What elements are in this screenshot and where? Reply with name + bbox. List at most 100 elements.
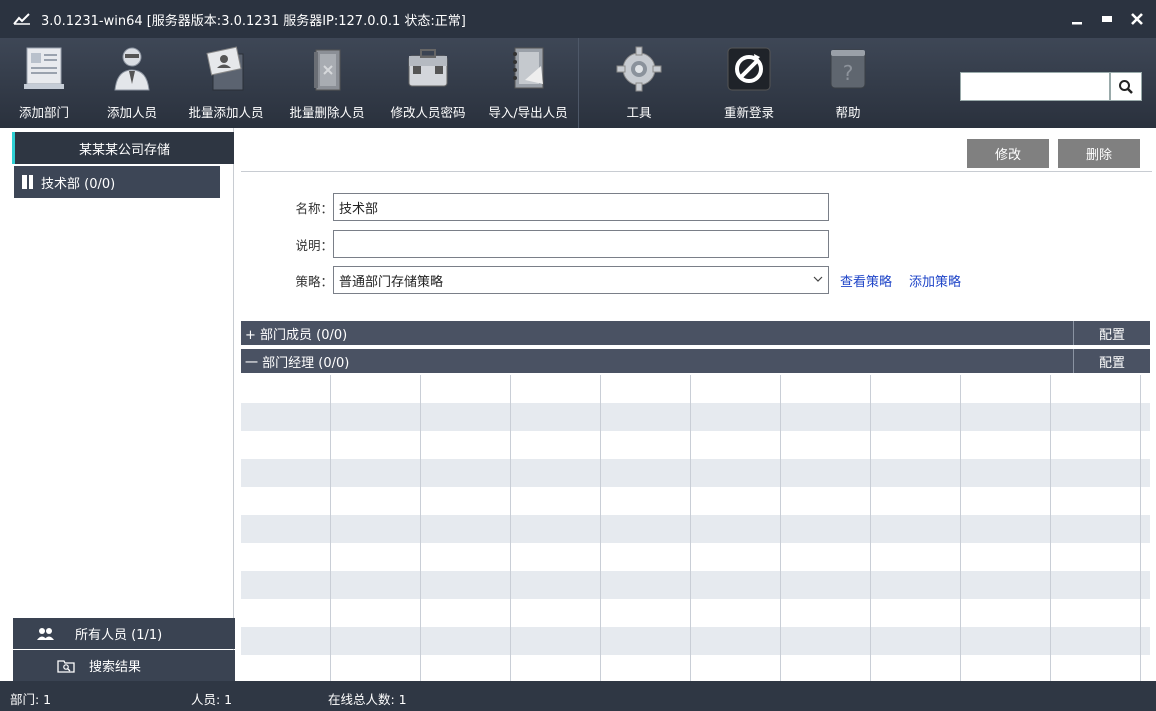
grid-row (241, 627, 1150, 655)
add-department-button[interactable]: 添加部门 (0, 38, 88, 128)
users-group-icon (37, 627, 54, 640)
grid-column-divider (960, 375, 961, 681)
name-field[interactable]: 技术部 (333, 193, 829, 221)
managers-grid (241, 375, 1150, 681)
tree-item-label: 技术部 (0/0) (41, 176, 116, 192)
tools-gear-icon (616, 46, 662, 92)
import-export-icon (513, 47, 544, 89)
title-bar: 3.0.1231-win64 [服务器版本:3.0.1231 服务器IP:127… (0, 0, 1156, 38)
name-label: 名称： (295, 200, 333, 216)
grid-column-divider (330, 375, 331, 681)
managers-section-header: 一 部门经理 (0/0) 配置 (241, 349, 1150, 373)
batch-delete-label: 批量删除人员 (289, 105, 365, 120)
grid-row (241, 487, 1150, 515)
batch-delete-button[interactable]: 批量删除人员 (276, 38, 378, 128)
company-node[interactable]: 某某某公司存储 (12, 132, 234, 164)
status-user-count: 人员: 1 (191, 692, 233, 707)
view-policy-link[interactable]: 查看策略 (840, 271, 892, 290)
batch-add-icon (206, 46, 244, 91)
close-button[interactable] (1122, 4, 1152, 34)
batch-add-button[interactable]: 批量添加人员 (176, 38, 276, 128)
policy-row: 策略： 普通部门存储策略 查看策略 添加策略 (241, 266, 961, 294)
detail-action-bar: 修改 删除 (241, 128, 1152, 172)
toolbar-search-button[interactable] (1110, 72, 1142, 101)
all-users-label: 所有人员 (1/1) (75, 628, 163, 643)
batch-add-label: 批量添加人员 (188, 105, 264, 120)
managers-section-toggle[interactable]: 一 部门经理 (0/0) (241, 352, 349, 371)
grid-row (241, 571, 1150, 599)
description-field[interactable] (333, 230, 829, 258)
grid-row (241, 599, 1150, 627)
minimize-icon (1072, 22, 1082, 25)
add-department-label: 添加部门 (18, 105, 69, 120)
name-row: 名称： 技术部 (241, 193, 829, 221)
grid-column-divider (1140, 375, 1141, 681)
chevron-down-icon (813, 276, 823, 282)
app-logo-icon (13, 13, 30, 25)
grid-row (241, 431, 1150, 459)
policy-selected-value: 普通部门存储策略 (339, 274, 444, 290)
status-online-count: 在线总人数: 1 (328, 692, 407, 707)
status-department-count: 部门: 1 (10, 692, 52, 707)
company-label: 某某某公司存储 (78, 142, 170, 158)
relogin-label: 重新登录 (723, 105, 774, 120)
grid-row (241, 543, 1150, 571)
policy-select[interactable]: 普通部门存储策略 (333, 266, 829, 294)
tools-button[interactable]: 工具 (579, 38, 699, 128)
delete-button[interactable]: 删除 (1058, 139, 1140, 168)
main-toolbar: 添加部门 添加人员 批量添加人员 批量删除人员 修改人员密码 导入/导出人员 工… (0, 38, 1156, 128)
grid-column-divider (510, 375, 511, 681)
search-icon (1119, 79, 1133, 94)
tools-label: 工具 (626, 105, 652, 120)
department-detail-panel: 修改 删除 名称： 技术部 说明： 策略： 普通部门存储策略 查看策略 添加策略… (241, 128, 1152, 681)
add-person-label: 添加人员 (106, 105, 157, 120)
add-person-button[interactable]: 添加人员 (88, 38, 176, 128)
svg-text:?: ? (843, 61, 854, 85)
edit-button[interactable]: 修改 (967, 139, 1049, 168)
grid-row (241, 515, 1150, 543)
members-section-toggle[interactable]: + 部门成员 (0/0) (241, 324, 347, 343)
all-users-tab[interactable]: 所有人员 (1/1) (13, 618, 235, 649)
policy-label: 策略： (295, 273, 333, 289)
description-label: 说明： (295, 237, 333, 253)
batch-delete-icon (314, 49, 341, 91)
window-title: 3.0.1231-win64 [服务器版本:3.0.1231 服务器IP:127… (41, 13, 466, 29)
relogin-button[interactable]: 重新登录 (699, 38, 799, 128)
grid-column-divider (1050, 375, 1051, 681)
grid-row (241, 459, 1150, 487)
import-export-button[interactable]: 导入/导出人员 (478, 38, 578, 128)
change-password-icon (408, 49, 448, 87)
search-folder-icon (57, 659, 75, 673)
toolbar-search-input[interactable] (960, 72, 1110, 101)
status-bar: 部门: 1 人员: 1 在线总人数: 1 (0, 681, 1156, 711)
change-password-button[interactable]: 修改人员密码 (378, 38, 478, 128)
grid-column-divider (780, 375, 781, 681)
managers-config-button[interactable]: 配置 (1073, 349, 1150, 373)
grid-column-divider (600, 375, 601, 681)
help-icon: ? (830, 49, 866, 89)
grid-row (241, 655, 1150, 681)
maximize-icon (1102, 16, 1112, 22)
search-results-tab[interactable]: 搜索结果 (13, 650, 235, 681)
minimize-button[interactable] (1062, 4, 1092, 34)
grid-row (241, 403, 1150, 431)
import-export-label: 导入/导出人员 (488, 105, 568, 120)
add-department-icon (24, 47, 64, 89)
help-label: 帮助 (835, 105, 861, 120)
maximize-button[interactable] (1092, 4, 1122, 34)
tree-item-tech-dept[interactable]: 技术部 (0/0) (14, 166, 220, 198)
search-results-label: 搜索结果 (89, 660, 142, 675)
grid-row (241, 375, 1150, 403)
department-icon (22, 175, 33, 189)
close-icon (1131, 13, 1143, 25)
change-password-label: 修改人员密码 (390, 105, 466, 120)
description-row: 说明： (241, 230, 829, 258)
help-button[interactable]: ? 帮助 (799, 38, 897, 128)
grid-column-divider (690, 375, 691, 681)
add-policy-link[interactable]: 添加策略 (909, 271, 961, 290)
grid-column-divider (420, 375, 421, 681)
grid-column-divider (870, 375, 871, 681)
members-section-header: + 部门成员 (0/0) 配置 (241, 321, 1150, 345)
department-tree-panel: 某某某公司存储 技术部 (0/0) 所有人员 (1/1) 搜索结果 (0, 128, 235, 681)
members-config-button[interactable]: 配置 (1073, 321, 1150, 345)
